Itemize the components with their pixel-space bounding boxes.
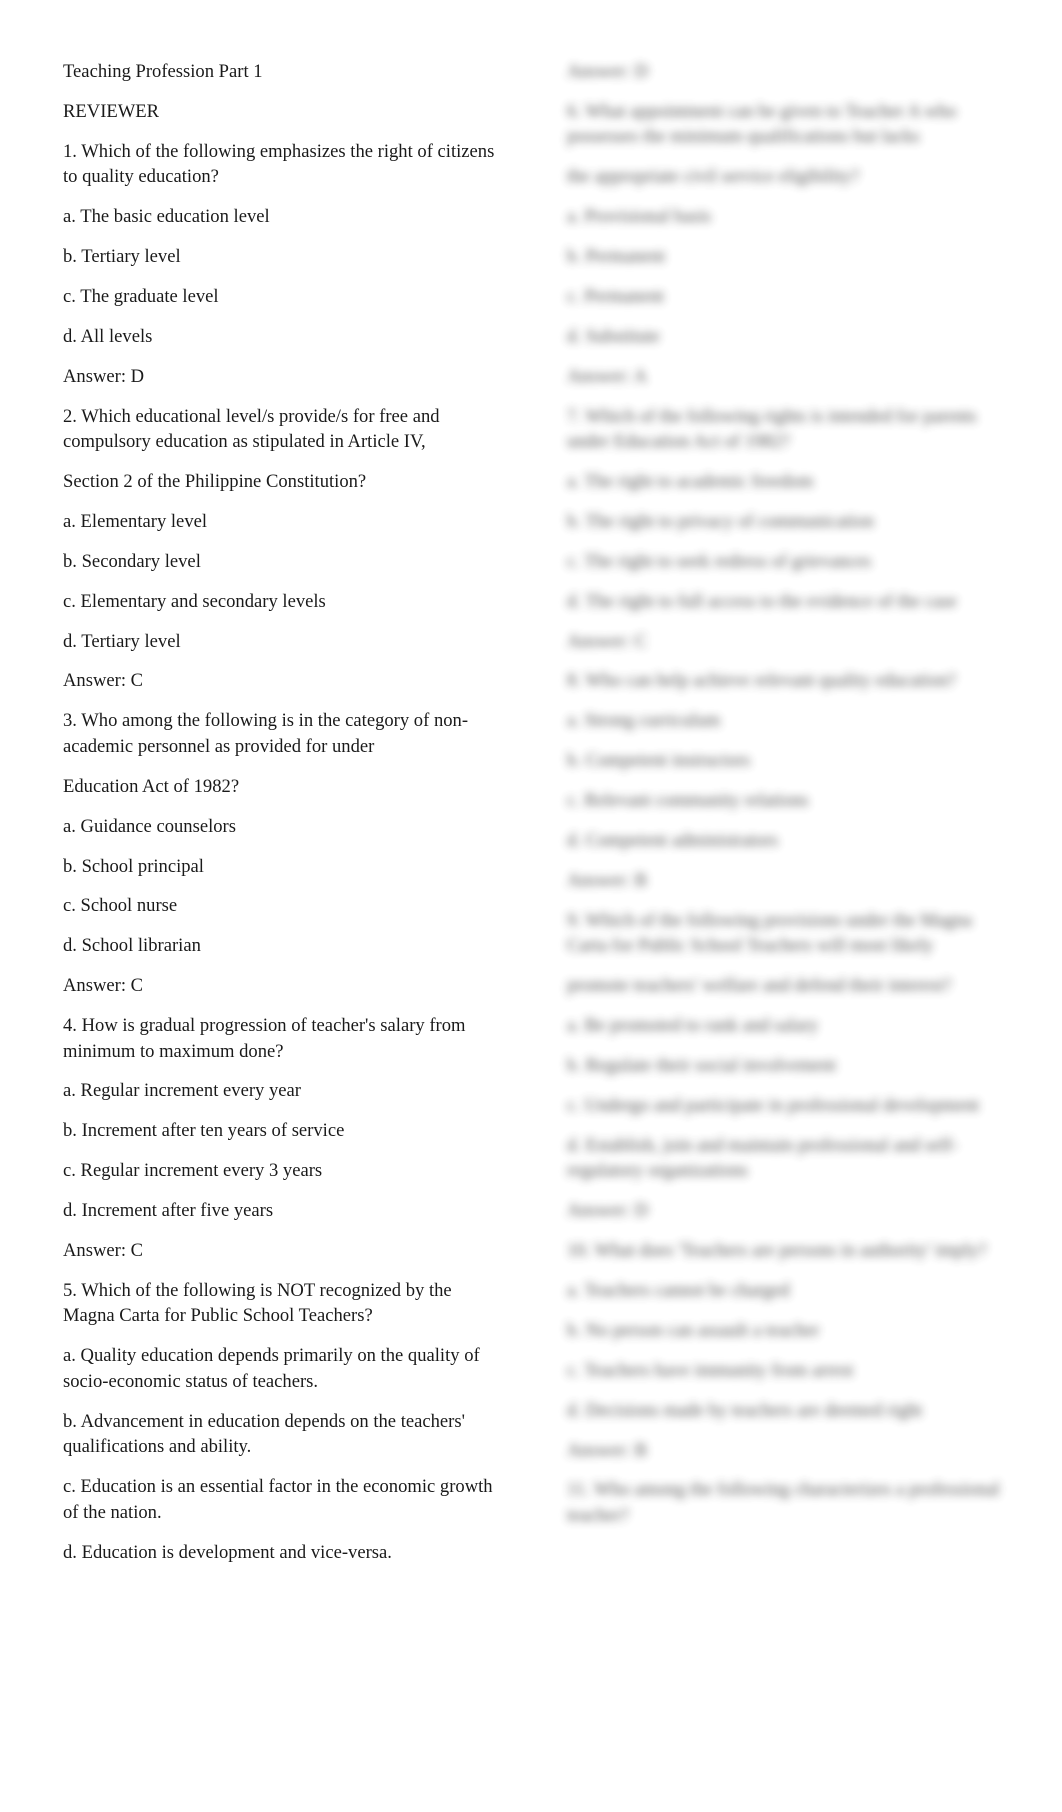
question-5-choice-c: c. Education is an essential factor in t… — [63, 1476, 493, 1523]
blurred-preview-line: the appropriate civil service eligibilit… — [567, 166, 860, 188]
blurred-preview-line: Answer: D — [567, 61, 649, 82]
blurred-preview-line: 11. Who among the following characterize… — [567, 1479, 1000, 1526]
question-3-stem-continued: Education Act of 1982? — [63, 775, 240, 797]
question-1-choice-d: d. All levels — [63, 325, 153, 347]
question-3-choice-d: d. School librarian — [63, 935, 201, 957]
question-4-choice-c: c. Regular increment every 3 years — [63, 1160, 323, 1182]
blurred-preview-line: c. Relevant community relations — [567, 790, 809, 812]
question-4-choice-b: b. Increment after ten years of service — [63, 1120, 345, 1142]
question-2-choice-a: a. Elementary level — [63, 510, 208, 532]
question-5-choice-a: a. Quality education depends primarily o… — [63, 1345, 480, 1392]
question-4-answer: Answer: C — [63, 1240, 144, 1262]
blurred-preview-line: Answer: B — [567, 869, 648, 891]
document-title: Teaching Profession Part 1 — [63, 61, 263, 82]
question-4-choice-a: a. Regular increment every year — [63, 1080, 301, 1102]
question-3-stem: 3. Who among the following is in the cat… — [63, 710, 469, 757]
blurred-preview-line: 7. Which of the following rights is inte… — [567, 405, 977, 453]
question-2-stem-continued: Section 2 of the Philippine Constitution… — [63, 471, 367, 493]
question-5-choice-d: d. Education is development and vice-ver… — [63, 1541, 392, 1563]
question-3-choice-b: b. School principal — [63, 855, 204, 877]
question-3-answer: Answer: C — [63, 975, 144, 997]
question-4-choice-d: d. Increment after five years — [63, 1200, 274, 1222]
document-subtitle: REVIEWER — [63, 100, 160, 122]
document-page: Teaching Profession Part 1 REVIEWER 1. W… — [0, 0, 1062, 1812]
blurred-preview-line: 6. What appointment can be given to Teac… — [567, 100, 957, 148]
blurred-preview-line: Answer: A — [567, 365, 648, 387]
blurred-preview-line: d. Decisions made by teachers are deemed… — [567, 1399, 923, 1421]
blurred-preview-line: b. Permanent — [567, 246, 666, 268]
blurred-preview-line: c. The right to seek redress of grievanc… — [567, 550, 872, 572]
blurred-preview-line: b. Regulate their social involvement — [567, 1054, 837, 1076]
blurred-preview-line: Answer: D — [567, 1200, 649, 1222]
reviewer-column-left: Teaching Profession Part 1 REVIEWER 1. W… — [63, 59, 501, 1562]
question-1-stem: 1. Which of the following emphasizes the… — [63, 140, 495, 188]
question-3-choice-c: c. School nurse — [63, 895, 178, 917]
blurred-preview-line: 9. Which of the following provisions und… — [567, 909, 973, 957]
blurred-preview-line: b. The right to privacy of communication — [567, 510, 874, 532]
question-5-choice-b: b. Advancement in education depends on t… — [63, 1410, 465, 1458]
question-2-choice-d: d. Tertiary level — [63, 630, 181, 652]
question-3-choice-a: a. Guidance counselors — [63, 815, 236, 837]
blurred-preview-line: a. Provisional basis — [567, 206, 712, 228]
blurred-preview-column: Answer: D 6. What appointment can be give… — [567, 59, 1007, 1579]
blurred-preview-line: a. Be promoted to rank and salary — [567, 1015, 819, 1037]
blurred-preview-line: d. Substitute — [567, 325, 660, 347]
question-2-choice-b: b. Secondary level — [63, 550, 201, 572]
question-1-choice-c: c. The graduate level — [63, 285, 219, 307]
blurred-preview-line: b. Competent instructors — [567, 750, 751, 772]
blurred-preview-line: d. Establish, join and maintain professi… — [567, 1134, 958, 1182]
blurred-preview-line: d. The right to full access to the evide… — [567, 590, 957, 612]
blurred-preview-line: Answer: C — [567, 630, 648, 652]
question-2-answer: Answer: C — [63, 670, 144, 692]
question-4-stem: 4. How is gradual progression of teacher… — [63, 1015, 466, 1062]
question-5-stem: 5. Which of the following is NOT recogni… — [63, 1279, 452, 1327]
blurred-preview-line: 10. What does 'Teachers are persons in a… — [567, 1240, 987, 1262]
question-1-choice-a: a. The basic education level — [63, 206, 270, 228]
blurred-preview-line: b. No person can assault a teacher — [567, 1319, 820, 1341]
blurred-preview-line: c. Undergo and participate in profession… — [567, 1094, 980, 1116]
blurred-preview-line: c. Permanent — [567, 285, 665, 307]
blurred-preview-line: d. Competent administrators — [567, 830, 779, 852]
question-2-choice-c: c. Elementary and secondary levels — [63, 590, 326, 612]
blurred-preview-line: promote teachers' welfare and defend the… — [567, 975, 952, 997]
blurred-preview-line: a. Strong curriculum — [567, 710, 721, 732]
blurred-preview-line: Answer: B — [567, 1439, 648, 1461]
question-2-stem: 2. Which educational level/s provide/s f… — [63, 405, 440, 453]
blurred-preview-line: a. The right to academic freedom — [567, 471, 814, 493]
question-1-answer: Answer: D — [63, 365, 145, 387]
blurred-preview-line: 8. Who can help achieve relevant quality… — [567, 670, 956, 692]
blurred-preview-line: a. Teachers cannot be charged — [567, 1279, 790, 1301]
question-1-choice-b: b. Tertiary level — [63, 246, 181, 268]
blurred-preview-line: c. Teachers have immunity from arrest — [567, 1359, 854, 1381]
